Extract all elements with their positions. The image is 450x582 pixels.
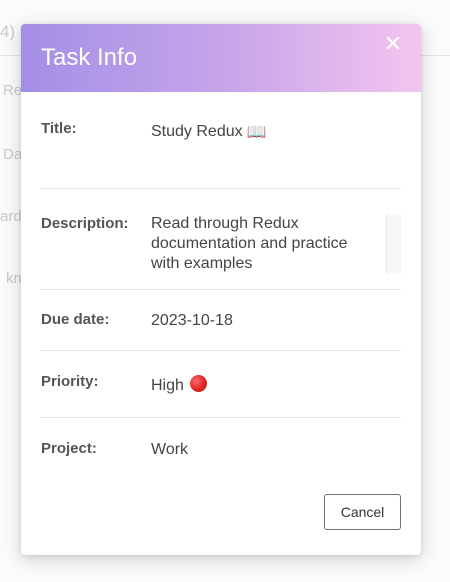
task-details: Title: Study Redux 📖 Description: Read th… [41, 92, 401, 478]
project-row: Project: Work [41, 418, 401, 478]
priority-value-container: High [151, 375, 207, 396]
description-value: Read through Redux documentation and pra… [151, 215, 348, 272]
title-label: Title: [41, 120, 77, 137]
close-icon[interactable]: ✕ [383, 32, 403, 56]
priority-value: High [151, 377, 184, 394]
project-label: Project: [41, 440, 97, 457]
red-circle-icon [189, 375, 207, 392]
dialog-title: Task Info [41, 44, 138, 71]
priority-row: Priority: High [41, 351, 401, 418]
dialog-header: Task Info ✕ [21, 24, 421, 92]
description-label: Description: [41, 215, 129, 232]
cancel-button[interactable]: Cancel [324, 494, 401, 530]
task-info-dialog: Task Info ✕ Title: Study Redux 📖 Descript… [21, 24, 421, 555]
description-scrollbar[interactable] [386, 214, 401, 274]
due-date-label: Due date: [41, 311, 110, 328]
title-value: Study Redux [151, 123, 243, 140]
priority-label: Priority: [41, 373, 99, 390]
background-row-text: Re [3, 82, 23, 99]
background-count-text: 4) [0, 22, 16, 41]
open-book-icon: 📖 [246, 124, 267, 141]
background-row-text: Da [3, 146, 23, 163]
project-value: Work [151, 441, 189, 458]
background-row-text: kn [6, 270, 22, 287]
title-row: Title: Study Redux 📖 [41, 92, 401, 189]
due-date-row: Due date: 2023-10-18 [41, 290, 401, 351]
title-value-container: Study Redux 📖 [151, 122, 267, 143]
due-date-value: 2023-10-18 [151, 312, 233, 329]
description-row: Description: Read through Redux document… [41, 189, 401, 290]
background-row-text: ard [0, 208, 22, 225]
